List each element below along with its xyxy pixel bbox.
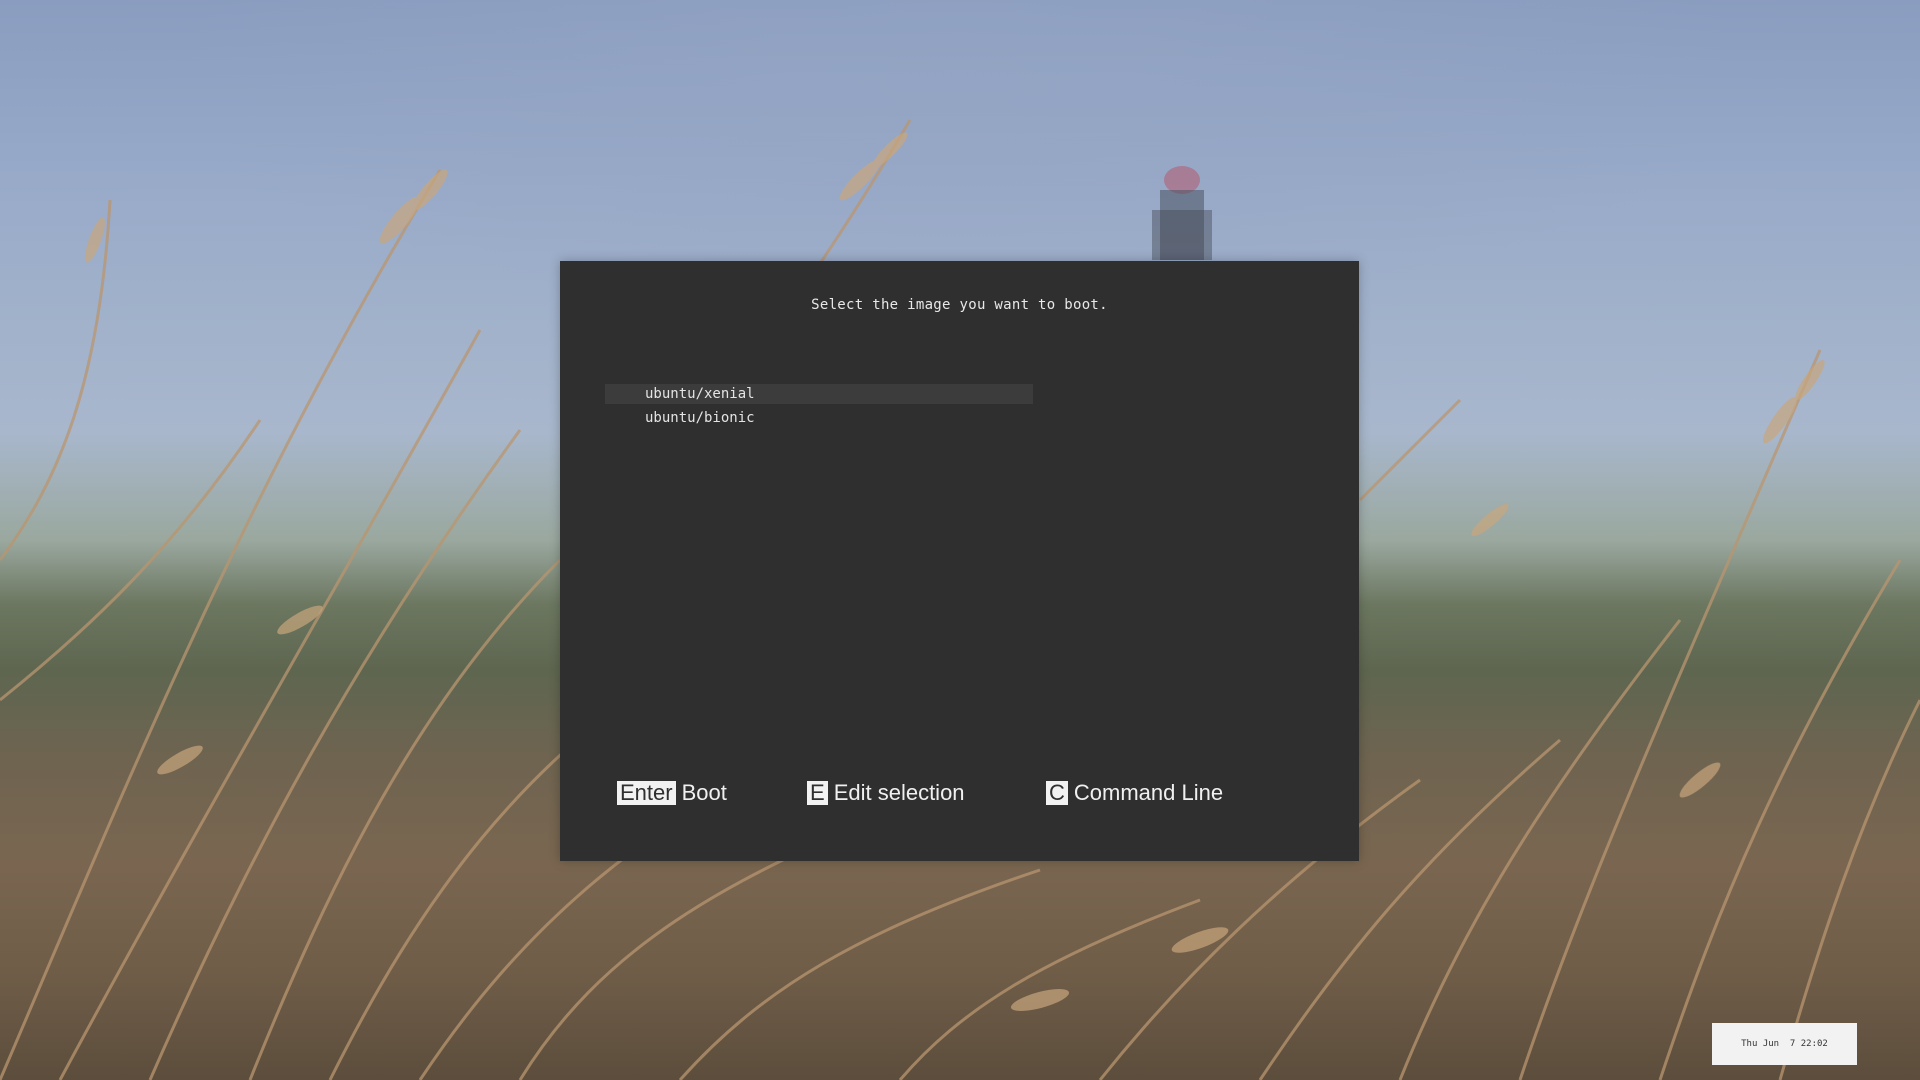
command-line-hotkey-label: Command Line <box>1073 780 1224 805</box>
e-key-badge: E <box>807 781 828 805</box>
command-line-hotkey[interactable]: C Command Line <box>1046 779 1223 807</box>
boot-entry-list: ubuntu/xenial ubuntu/bionic <box>605 384 1033 432</box>
hotkey-bar: Enter Boot E Edit selection C Command Li… <box>560 779 1359 807</box>
clock-text: Thu Jun 7 22:02 <box>1741 1039 1828 1049</box>
boot-menu-panel: Select the image you want to boot. ubunt… <box>560 261 1359 861</box>
boot-hotkey-label: Boot <box>681 780 727 805</box>
enter-key-badge: Enter <box>617 781 676 805</box>
edit-selection-hotkey[interactable]: E Edit selection <box>807 779 965 807</box>
boot-menu-title: Select the image you want to boot. <box>811 297 1108 313</box>
edit-selection-hotkey-label: Edit selection <box>833 780 965 805</box>
c-key-badge: C <box>1046 781 1068 805</box>
boot-entry-ubuntu-bionic[interactable]: ubuntu/bionic <box>605 408 1033 428</box>
boot-hotkey[interactable]: Enter Boot <box>617 779 727 807</box>
boot-entry-ubuntu-xenial[interactable]: ubuntu/xenial <box>605 384 1033 404</box>
clock-widget: Thu Jun 7 22:02 <box>1712 1023 1857 1065</box>
